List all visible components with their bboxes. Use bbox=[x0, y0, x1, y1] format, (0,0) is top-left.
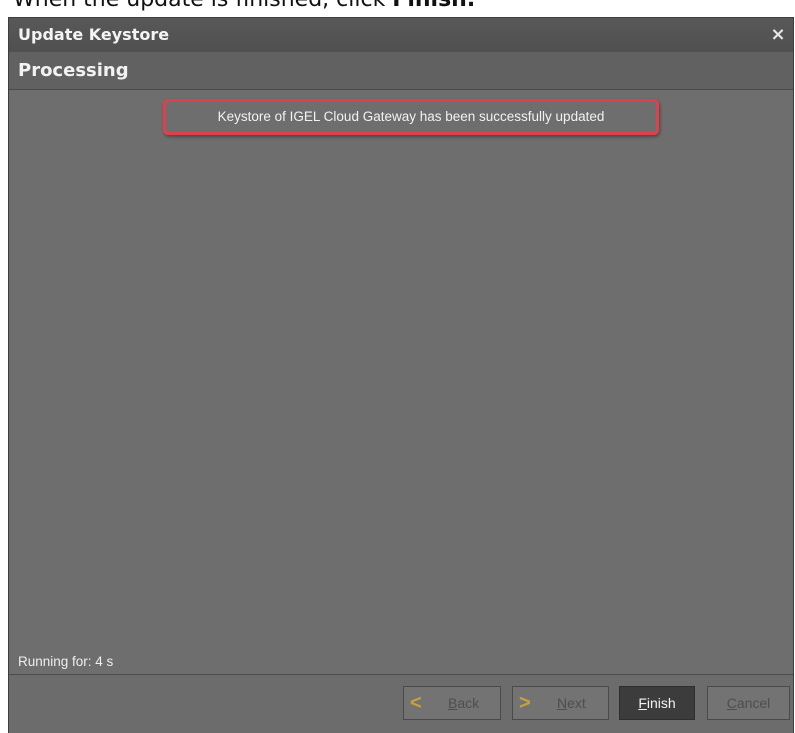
button-bar: < Back > Next Finish Cancel bbox=[9, 675, 793, 733]
highlighted-message: Keystore of IGEL Cloud Gateway has been … bbox=[163, 99, 659, 135]
next-label: Next bbox=[557, 695, 586, 711]
window-title: Update Keystore bbox=[18, 25, 170, 44]
cancel-label: Cancel bbox=[726, 695, 771, 711]
content-area: Keystore of IGEL Cloud Gateway has been … bbox=[9, 91, 793, 674]
back-button[interactable]: < Back bbox=[403, 686, 501, 720]
instruction-prefix: When the update is finished, click bbox=[13, 0, 392, 12]
finish-button[interactable]: Finish bbox=[619, 686, 695, 720]
cancel-button[interactable]: Cancel bbox=[707, 686, 790, 720]
finish-label: Finish bbox=[638, 695, 676, 711]
instruction-text: When the update is finished, click Finis… bbox=[13, 0, 475, 13]
success-message: Keystore of IGEL Cloud Gateway has been … bbox=[217, 109, 605, 124]
page: When the update is finished, click Finis… bbox=[0, 0, 795, 733]
step-title: Processing bbox=[18, 60, 129, 81]
title-bar: Update Keystore × bbox=[9, 18, 793, 52]
step-header: Processing bbox=[9, 52, 793, 90]
chevron-left-icon: < bbox=[410, 692, 422, 714]
instruction-bold: Finish. bbox=[392, 0, 475, 12]
next-button[interactable]: > Next bbox=[512, 686, 609, 720]
update-keystore-dialog: Update Keystore × Processing Keystore of… bbox=[8, 17, 794, 733]
close-icon[interactable]: × bbox=[768, 18, 788, 52]
running-status: Running for: 4 s bbox=[18, 654, 114, 669]
chevron-right-icon: > bbox=[519, 692, 531, 714]
back-label: Back bbox=[448, 695, 480, 711]
